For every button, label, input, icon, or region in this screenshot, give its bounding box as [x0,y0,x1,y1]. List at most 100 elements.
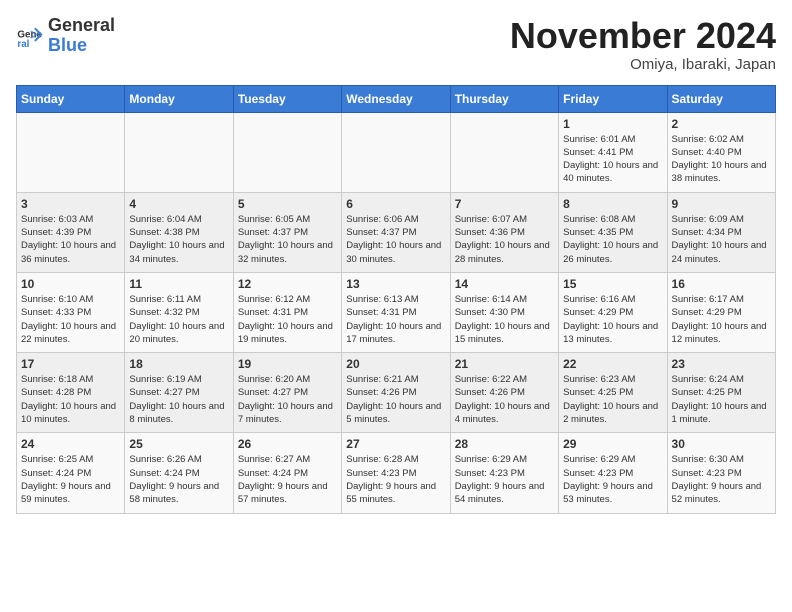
day-info: Sunrise: 6:23 AM Sunset: 4:25 PM Dayligh… [563,373,662,426]
calendar-week-3: 10 Sunrise: 6:10 AM Sunset: 4:33 PM Dayli… [17,272,776,352]
day-number: 9 [672,197,771,211]
day-number: 3 [21,197,120,211]
day-number: 29 [563,437,662,451]
day-number: 8 [563,197,662,211]
column-header-thursday: Thursday [450,85,558,112]
calendar-week-5: 24 Sunrise: 6:25 AM Sunset: 4:24 PM Dayli… [17,433,776,513]
calendar-cell: 28 Sunrise: 6:29 AM Sunset: 4:23 PM Dayli… [450,433,558,513]
day-info: Sunrise: 6:13 AM Sunset: 4:31 PM Dayligh… [346,293,445,346]
day-number: 30 [672,437,771,451]
calendar-cell: 27Sunrise: 6:28 AM Sunset: 4:23 PM Dayli… [342,433,450,513]
location: Omiya, Ibaraki, Japan [510,56,776,73]
day-number: 1 [563,117,662,131]
day-number: 10 [21,277,120,291]
calendar-cell: 19 Sunrise: 6:20 AM Sunset: 4:27 PM Dayli… [233,353,341,433]
logo: Gene ral General Blue [16,16,115,56]
column-header-sunday: Sunday [17,85,125,112]
day-number: 2 [672,117,771,131]
calendar-cell: 10 Sunrise: 6:10 AM Sunset: 4:33 PM Dayli… [17,272,125,352]
day-info: Sunrise: 6:07 AM Sunset: 4:36 PM Dayligh… [455,213,554,266]
calendar-table: SundayMondayTuesdayWednesdayThursdayFrid… [16,85,776,514]
calendar-cell: 13Sunrise: 6:13 AM Sunset: 4:31 PM Dayli… [342,272,450,352]
calendar-header-row: SundayMondayTuesdayWednesdayThursdayFrid… [17,85,776,112]
day-number: 4 [129,197,228,211]
calendar-cell: 23 Sunrise: 6:24 AM Sunset: 4:25 PM Dayli… [667,353,775,433]
day-number: 28 [455,437,554,451]
day-number: 11 [129,277,228,291]
column-header-tuesday: Tuesday [233,85,341,112]
day-info: Sunrise: 6:10 AM Sunset: 4:33 PM Dayligh… [21,293,120,346]
day-info: Sunrise: 6:18 AM Sunset: 4:28 PM Dayligh… [21,373,120,426]
calendar-cell [450,112,558,192]
day-info: Sunrise: 6:29 AM Sunset: 4:23 PM Dayligh… [455,453,554,506]
day-info: Sunrise: 6:12 AM Sunset: 4:31 PM Dayligh… [238,293,337,346]
day-info: Sunrise: 6:08 AM Sunset: 4:35 PM Dayligh… [563,213,662,266]
logo-general: General [48,16,115,36]
day-number: 15 [563,277,662,291]
calendar-cell: 7 Sunrise: 6:07 AM Sunset: 4:36 PM Daylig… [450,192,558,272]
day-info: Sunrise: 6:21 AM Sunset: 4:26 PM Dayligh… [346,373,445,426]
calendar-cell: 1Sunrise: 6:01 AM Sunset: 4:41 PM Daylig… [559,112,667,192]
calendar-cell [17,112,125,192]
day-number: 26 [238,437,337,451]
day-number: 17 [21,357,120,371]
day-info: Sunrise: 6:30 AM Sunset: 4:23 PM Dayligh… [672,453,771,506]
calendar-cell: 29 Sunrise: 6:29 AM Sunset: 4:23 PM Dayli… [559,433,667,513]
day-info: Sunrise: 6:29 AM Sunset: 4:23 PM Dayligh… [563,453,662,506]
day-number: 24 [21,437,120,451]
column-header-saturday: Saturday [667,85,775,112]
title-block: November 2024 Omiya, Ibaraki, Japan [510,16,776,73]
day-info: Sunrise: 6:22 AM Sunset: 4:26 PM Dayligh… [455,373,554,426]
day-info: Sunrise: 6:20 AM Sunset: 4:27 PM Dayligh… [238,373,337,426]
day-info: Sunrise: 6:11 AM Sunset: 4:32 PM Dayligh… [129,293,228,346]
day-number: 25 [129,437,228,451]
logo-blue: Blue [48,36,115,56]
page-header: Gene ral General Blue November 2024 Omiy… [16,16,776,73]
day-info: Sunrise: 6:26 AM Sunset: 4:24 PM Dayligh… [129,453,228,506]
calendar-week-2: 3Sunrise: 6:03 AM Sunset: 4:39 PM Daylig… [17,192,776,272]
calendar-week-1: 1Sunrise: 6:01 AM Sunset: 4:41 PM Daylig… [17,112,776,192]
day-number: 14 [455,277,554,291]
day-number: 18 [129,357,228,371]
column-header-monday: Monday [125,85,233,112]
day-number: 21 [455,357,554,371]
column-header-wednesday: Wednesday [342,85,450,112]
calendar-cell: 24 Sunrise: 6:25 AM Sunset: 4:24 PM Dayli… [17,433,125,513]
day-info: Sunrise: 6:05 AM Sunset: 4:37 PM Dayligh… [238,213,337,266]
day-info: Sunrise: 6:16 AM Sunset: 4:29 PM Dayligh… [563,293,662,346]
day-number: 19 [238,357,337,371]
logo-icon: Gene ral [16,22,44,50]
column-header-friday: Friday [559,85,667,112]
calendar-cell: 22 Sunrise: 6:23 AM Sunset: 4:25 PM Dayli… [559,353,667,433]
day-info: Sunrise: 6:06 AM Sunset: 4:37 PM Dayligh… [346,213,445,266]
day-number: 27 [346,437,445,451]
day-info: Sunrise: 6:02 AM Sunset: 4:40 PM Dayligh… [672,133,771,186]
month-title: November 2024 [510,16,776,56]
calendar-cell [125,112,233,192]
calendar-cell: 2 Sunrise: 6:02 AM Sunset: 4:40 PM Daylig… [667,112,775,192]
calendar-cell: 4 Sunrise: 6:04 AM Sunset: 4:38 PM Daylig… [125,192,233,272]
day-number: 7 [455,197,554,211]
day-info: Sunrise: 6:24 AM Sunset: 4:25 PM Dayligh… [672,373,771,426]
calendar-cell: 11 Sunrise: 6:11 AM Sunset: 4:32 PM Dayli… [125,272,233,352]
calendar-cell: 20 Sunrise: 6:21 AM Sunset: 4:26 PM Dayli… [342,353,450,433]
day-info: Sunrise: 6:25 AM Sunset: 4:24 PM Dayligh… [21,453,120,506]
day-number: 22 [563,357,662,371]
calendar-cell: 12 Sunrise: 6:12 AM Sunset: 4:31 PM Dayli… [233,272,341,352]
day-number: 23 [672,357,771,371]
day-number: 12 [238,277,337,291]
day-info: Sunrise: 6:17 AM Sunset: 4:29 PM Dayligh… [672,293,771,346]
day-number: 20 [346,357,445,371]
calendar-cell: 25 Sunrise: 6:26 AM Sunset: 4:24 PM Dayli… [125,433,233,513]
calendar-cell: 16 Sunrise: 6:17 AM Sunset: 4:29 PM Dayli… [667,272,775,352]
day-number: 5 [238,197,337,211]
calendar-cell: 26Sunrise: 6:27 AM Sunset: 4:24 PM Dayli… [233,433,341,513]
calendar-cell: 14Sunrise: 6:14 AM Sunset: 4:30 PM Dayli… [450,272,558,352]
calendar-week-4: 17 Sunrise: 6:18 AM Sunset: 4:28 PM Dayli… [17,353,776,433]
calendar-cell: 6Sunrise: 6:06 AM Sunset: 4:37 PM Daylig… [342,192,450,272]
calendar-cell [342,112,450,192]
day-info: Sunrise: 6:04 AM Sunset: 4:38 PM Dayligh… [129,213,228,266]
calendar-cell: 30 Sunrise: 6:30 AM Sunset: 4:23 PM Dayli… [667,433,775,513]
day-info: Sunrise: 6:09 AM Sunset: 4:34 PM Dayligh… [672,213,771,266]
day-number: 16 [672,277,771,291]
